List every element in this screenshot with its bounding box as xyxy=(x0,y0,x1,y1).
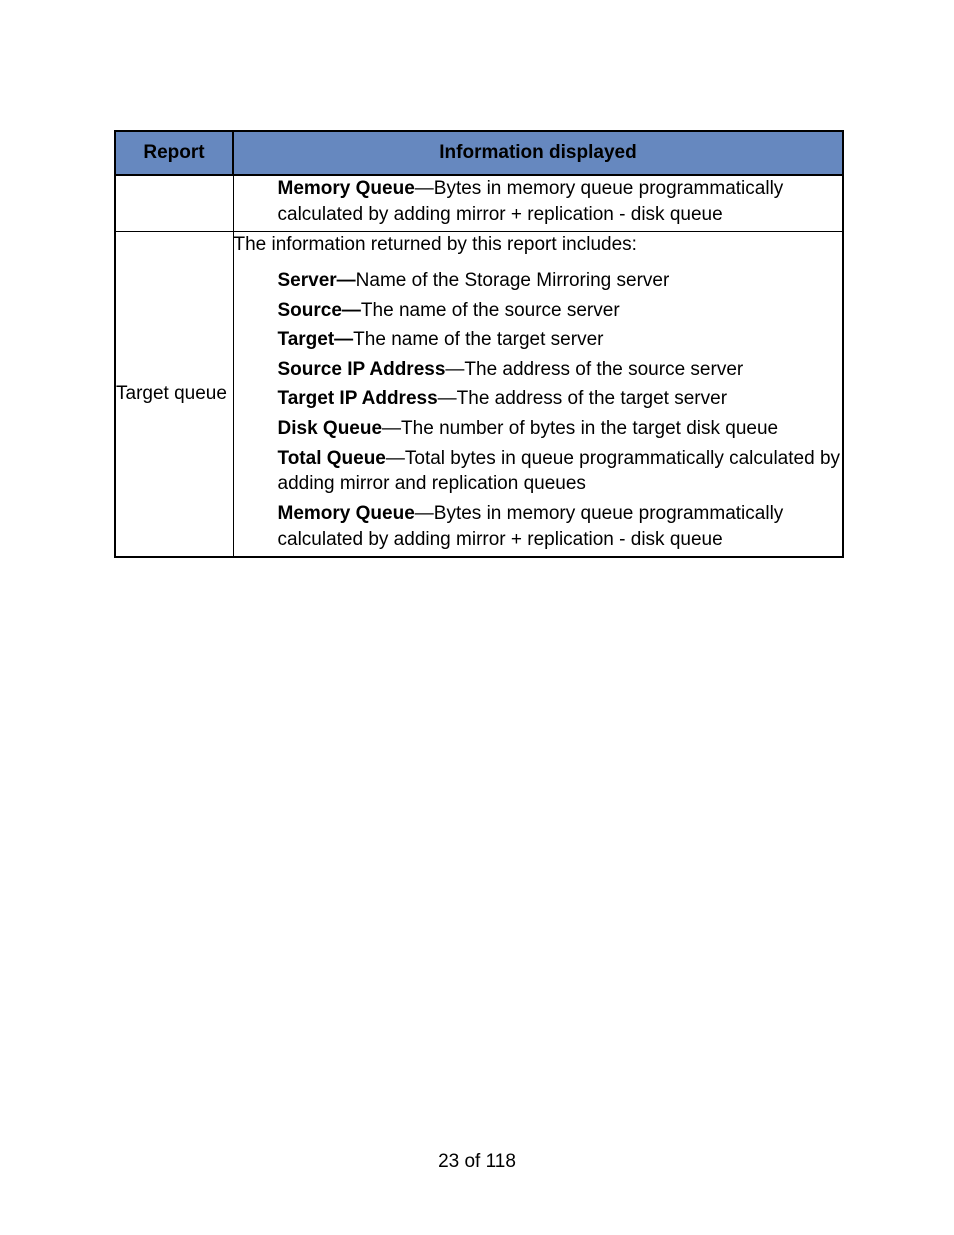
list-item: Target IP Address—The address of the tar… xyxy=(278,386,843,412)
table-row: Target queue The information returned by… xyxy=(115,232,843,558)
term-desc: —The address of the target server xyxy=(438,388,727,409)
col-header-info: Information displayed xyxy=(233,131,843,175)
list-item: Target—The name of the target server xyxy=(278,327,843,353)
info-cell: The information returned by this report … xyxy=(233,232,843,558)
page-footer: 23 of 118 xyxy=(0,1151,954,1173)
term-desc: The name of the target server xyxy=(353,329,603,350)
table-row: Memory Queue—Bytes in memory queue progr… xyxy=(115,175,843,232)
list-item: Server—Name of the Storage Mirroring ser… xyxy=(278,268,843,294)
list-item: Total Queue—Total bytes in queue program… xyxy=(278,446,843,497)
info-cell: Memory Queue—Bytes in memory queue progr… xyxy=(233,175,843,232)
term-desc: —The number of bytes in the target disk … xyxy=(382,418,778,439)
row-label xyxy=(115,175,233,232)
list-item: Memory Queue—Bytes in memory queue progr… xyxy=(278,176,843,227)
intro-text: The information returned by this report … xyxy=(234,232,843,258)
report-table: Report Information displayed Memory Queu… xyxy=(114,130,844,558)
term: Server— xyxy=(278,270,356,291)
term: Memory Queue xyxy=(278,178,415,199)
list-item: Memory Queue—Bytes in memory queue progr… xyxy=(278,501,843,552)
col-header-report: Report xyxy=(115,131,233,175)
term: Source— xyxy=(278,300,361,321)
term: Source IP Address xyxy=(278,359,446,380)
list-item: Disk Queue—The number of bytes in the ta… xyxy=(278,416,843,442)
definition-list: Server—Name of the Storage Mirroring ser… xyxy=(278,268,843,552)
term-desc: The name of the source server xyxy=(361,300,620,321)
term: Total Queue xyxy=(278,448,386,469)
table-header-row: Report Information displayed xyxy=(115,131,843,175)
row-label: Target queue xyxy=(115,232,233,558)
term: Memory Queue xyxy=(278,503,415,524)
term: Disk Queue xyxy=(278,418,383,439)
term: Target IP Address xyxy=(278,388,438,409)
term: Target— xyxy=(278,329,354,350)
list-item: Source IP Address—The address of the sou… xyxy=(278,357,843,383)
term-desc: Name of the Storage Mirroring server xyxy=(356,270,670,291)
list-item: Source—The name of the source server xyxy=(278,298,843,324)
term-desc: —The address of the source server xyxy=(445,359,743,380)
definition-list: Memory Queue—Bytes in memory queue progr… xyxy=(278,176,843,227)
page-content: Report Information displayed Memory Queu… xyxy=(0,0,954,558)
